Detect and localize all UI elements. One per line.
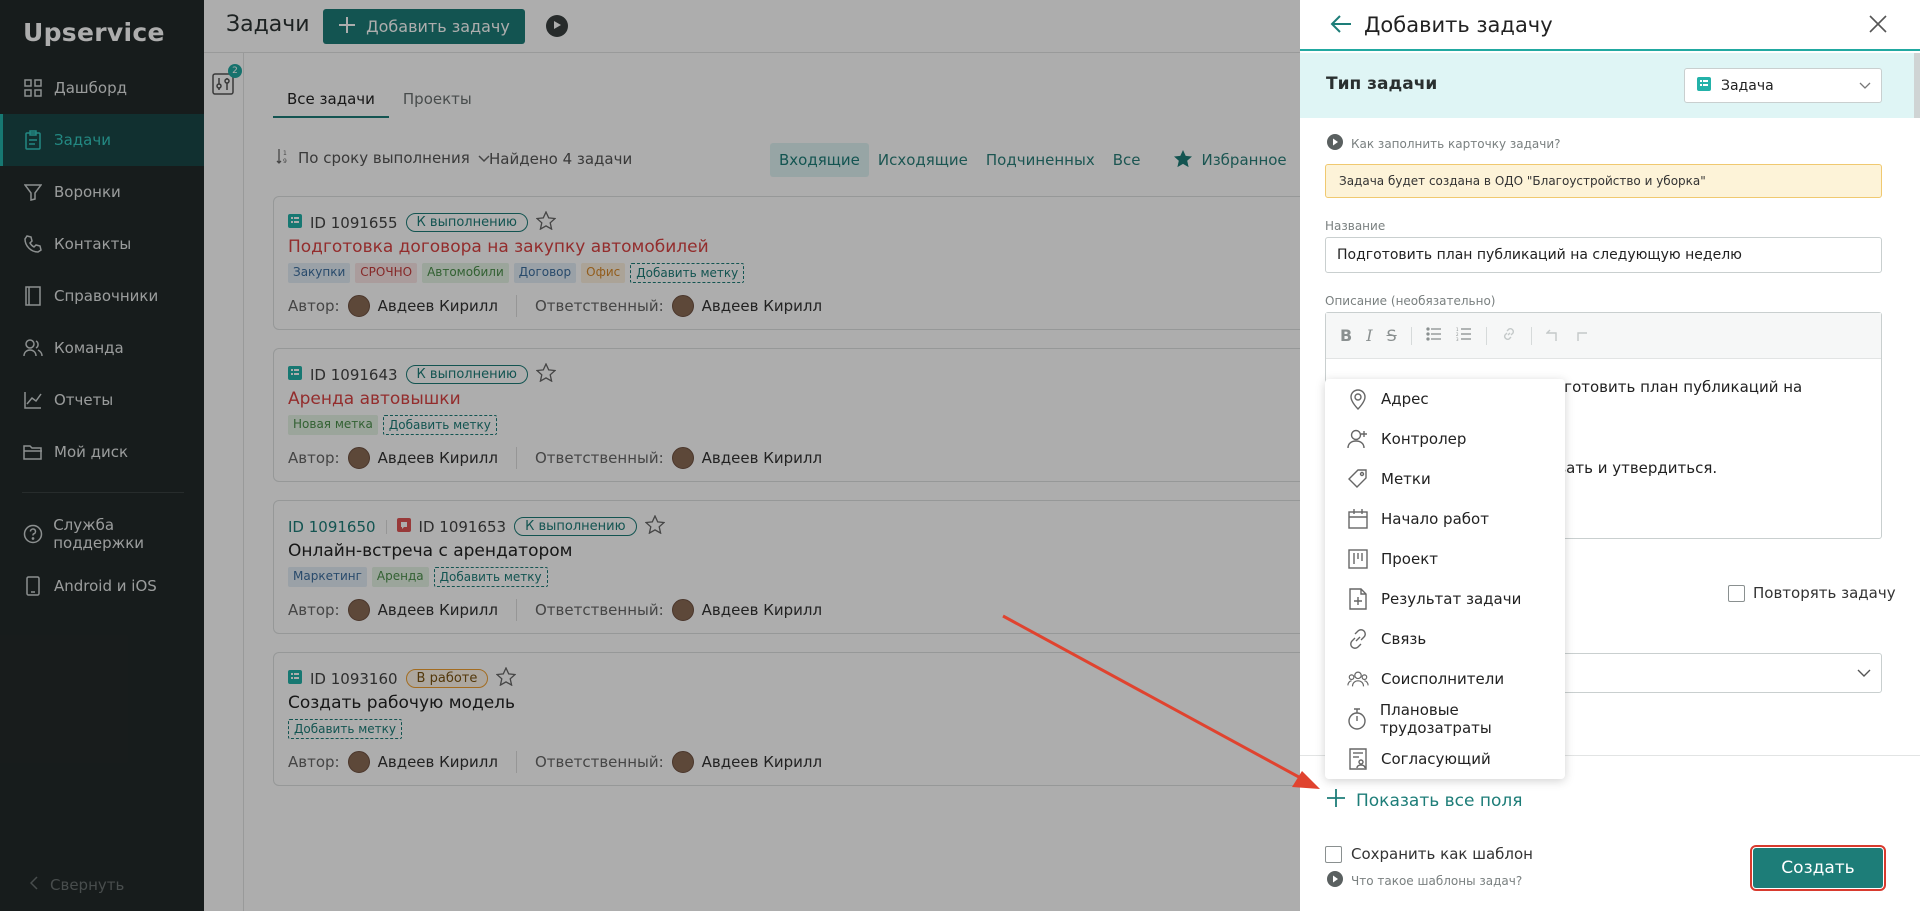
numbered-list-icon[interactable]: 123 xyxy=(1456,326,1472,345)
task-type-label: Тип задачи xyxy=(1326,74,1438,94)
toolbar-divider xyxy=(1530,326,1532,345)
chevron-down-icon xyxy=(1859,78,1871,94)
chevron-down-icon xyxy=(1857,666,1871,682)
link-icon xyxy=(1347,628,1369,650)
checkbox[interactable] xyxy=(1728,584,1745,602)
task-type-value: Задача xyxy=(1721,77,1774,94)
menu-item-tags[interactable]: Метки xyxy=(1325,459,1565,499)
menu-item-label: Метки xyxy=(1381,470,1431,488)
bold-icon[interactable]: B xyxy=(1340,326,1352,345)
task-name-input[interactable]: Подготовить план публикаций на следующую… xyxy=(1325,237,1882,273)
menu-item-link[interactable]: Связь xyxy=(1325,619,1565,659)
menu-item-label: Согласующий xyxy=(1381,750,1491,768)
what-are-templates-link[interactable]: Что такое шаблоны задач? xyxy=(1327,871,1522,890)
toolbar-divider xyxy=(1410,326,1412,345)
undo-icon[interactable] xyxy=(1544,326,1560,345)
menu-item-approver[interactable]: Согласующий xyxy=(1325,739,1565,779)
tag-icon xyxy=(1347,468,1369,490)
menu-item-label: Контролер xyxy=(1381,430,1467,448)
scrollbar[interactable] xyxy=(1914,53,1920,118)
menu-item-label: Результат задачи xyxy=(1381,590,1522,608)
menu-item-controller[interactable]: Контролер xyxy=(1325,419,1565,459)
howto-label: Как заполнить карточку задачи? xyxy=(1351,136,1561,151)
menu-item-planned-effort[interactable]: Плановые трудозатраты xyxy=(1325,699,1565,739)
kanban-icon xyxy=(1347,548,1369,570)
strikethrough-icon[interactable]: S xyxy=(1387,326,1397,345)
doc-plus-icon xyxy=(1347,588,1369,610)
redo-icon[interactable] xyxy=(1574,326,1588,345)
menu-item-co-executors[interactable]: Соисполнители xyxy=(1325,659,1565,699)
warning-text: Задача будет создана в xyxy=(1339,174,1495,188)
description-label: Описание (необязательно) xyxy=(1325,294,1496,308)
location-icon xyxy=(1347,388,1369,410)
calendar-icon xyxy=(1347,508,1369,530)
name-label: Название xyxy=(1325,219,1386,233)
italic-icon[interactable]: I xyxy=(1366,326,1372,345)
menu-item-label: Адрес xyxy=(1381,390,1429,408)
menu-item-label: Плановые трудозатраты xyxy=(1379,701,1492,737)
menu-item-start-date[interactable]: Начало работ xyxy=(1325,499,1565,539)
task-type-section: Тип задачи Задача xyxy=(1300,53,1920,118)
howto-link[interactable]: Как заполнить карточку задачи? xyxy=(1327,134,1561,153)
panel-title: Добавить задачу xyxy=(1364,13,1553,37)
create-button[interactable]: Создать xyxy=(1750,845,1886,891)
close-icon[interactable] xyxy=(1868,14,1888,38)
task-type-icon xyxy=(1697,76,1711,95)
repeat-task-checkbox[interactable]: Повторять задачу xyxy=(1728,584,1896,602)
doc-user-icon xyxy=(1347,748,1369,770)
panel-header: Добавить задачу xyxy=(1300,0,1920,51)
menu-item-label: Связь xyxy=(1381,630,1427,648)
show-all-fields-button[interactable]: Показать все поля xyxy=(1326,788,1523,813)
what-templates-label: Что такое шаблоны задач? xyxy=(1351,873,1523,888)
users-icon xyxy=(1347,668,1369,690)
repeat-label: Повторять задачу xyxy=(1753,584,1896,602)
back-arrow-icon[interactable] xyxy=(1330,14,1352,38)
user-add-icon xyxy=(1347,428,1369,450)
menu-item-task-result[interactable]: Результат задачи xyxy=(1325,579,1565,619)
plus-icon xyxy=(1326,788,1346,813)
fields-popup-menu: Адрес Контролер Метки Начало работ Проек… xyxy=(1325,379,1565,779)
svg-text:3: 3 xyxy=(1456,337,1459,341)
checkbox[interactable] xyxy=(1325,845,1342,863)
stopwatch-icon xyxy=(1347,708,1368,730)
save-template-label: Сохранить как шаблон xyxy=(1351,845,1533,863)
save-as-template-checkbox[interactable]: Сохранить как шаблон xyxy=(1325,845,1533,863)
toolbar-divider xyxy=(1485,326,1487,345)
modal-overlay[interactable] xyxy=(0,0,1300,911)
link-icon[interactable] xyxy=(1501,326,1517,346)
menu-item-label: Начало работ xyxy=(1381,510,1489,528)
warning-org: ОДО "Благоустройство и уборка" xyxy=(1494,174,1706,188)
menu-item-address[interactable]: Адрес xyxy=(1325,379,1565,419)
task-type-select[interactable]: Задача xyxy=(1684,68,1882,103)
editor-toolbar: B I S 123 xyxy=(1326,313,1881,359)
menu-item-label: Соисполнители xyxy=(1381,670,1505,688)
menu-item-project[interactable]: Проект xyxy=(1325,539,1565,579)
play-circle-icon xyxy=(1327,134,1343,153)
organization-warning: Задача будет создана в ОДО "Благоустройс… xyxy=(1325,164,1882,198)
menu-item-label: Проект xyxy=(1381,550,1439,568)
show-all-label: Показать все поля xyxy=(1356,790,1523,811)
bullet-list-icon[interactable] xyxy=(1426,326,1442,345)
play-circle-icon xyxy=(1327,871,1343,890)
